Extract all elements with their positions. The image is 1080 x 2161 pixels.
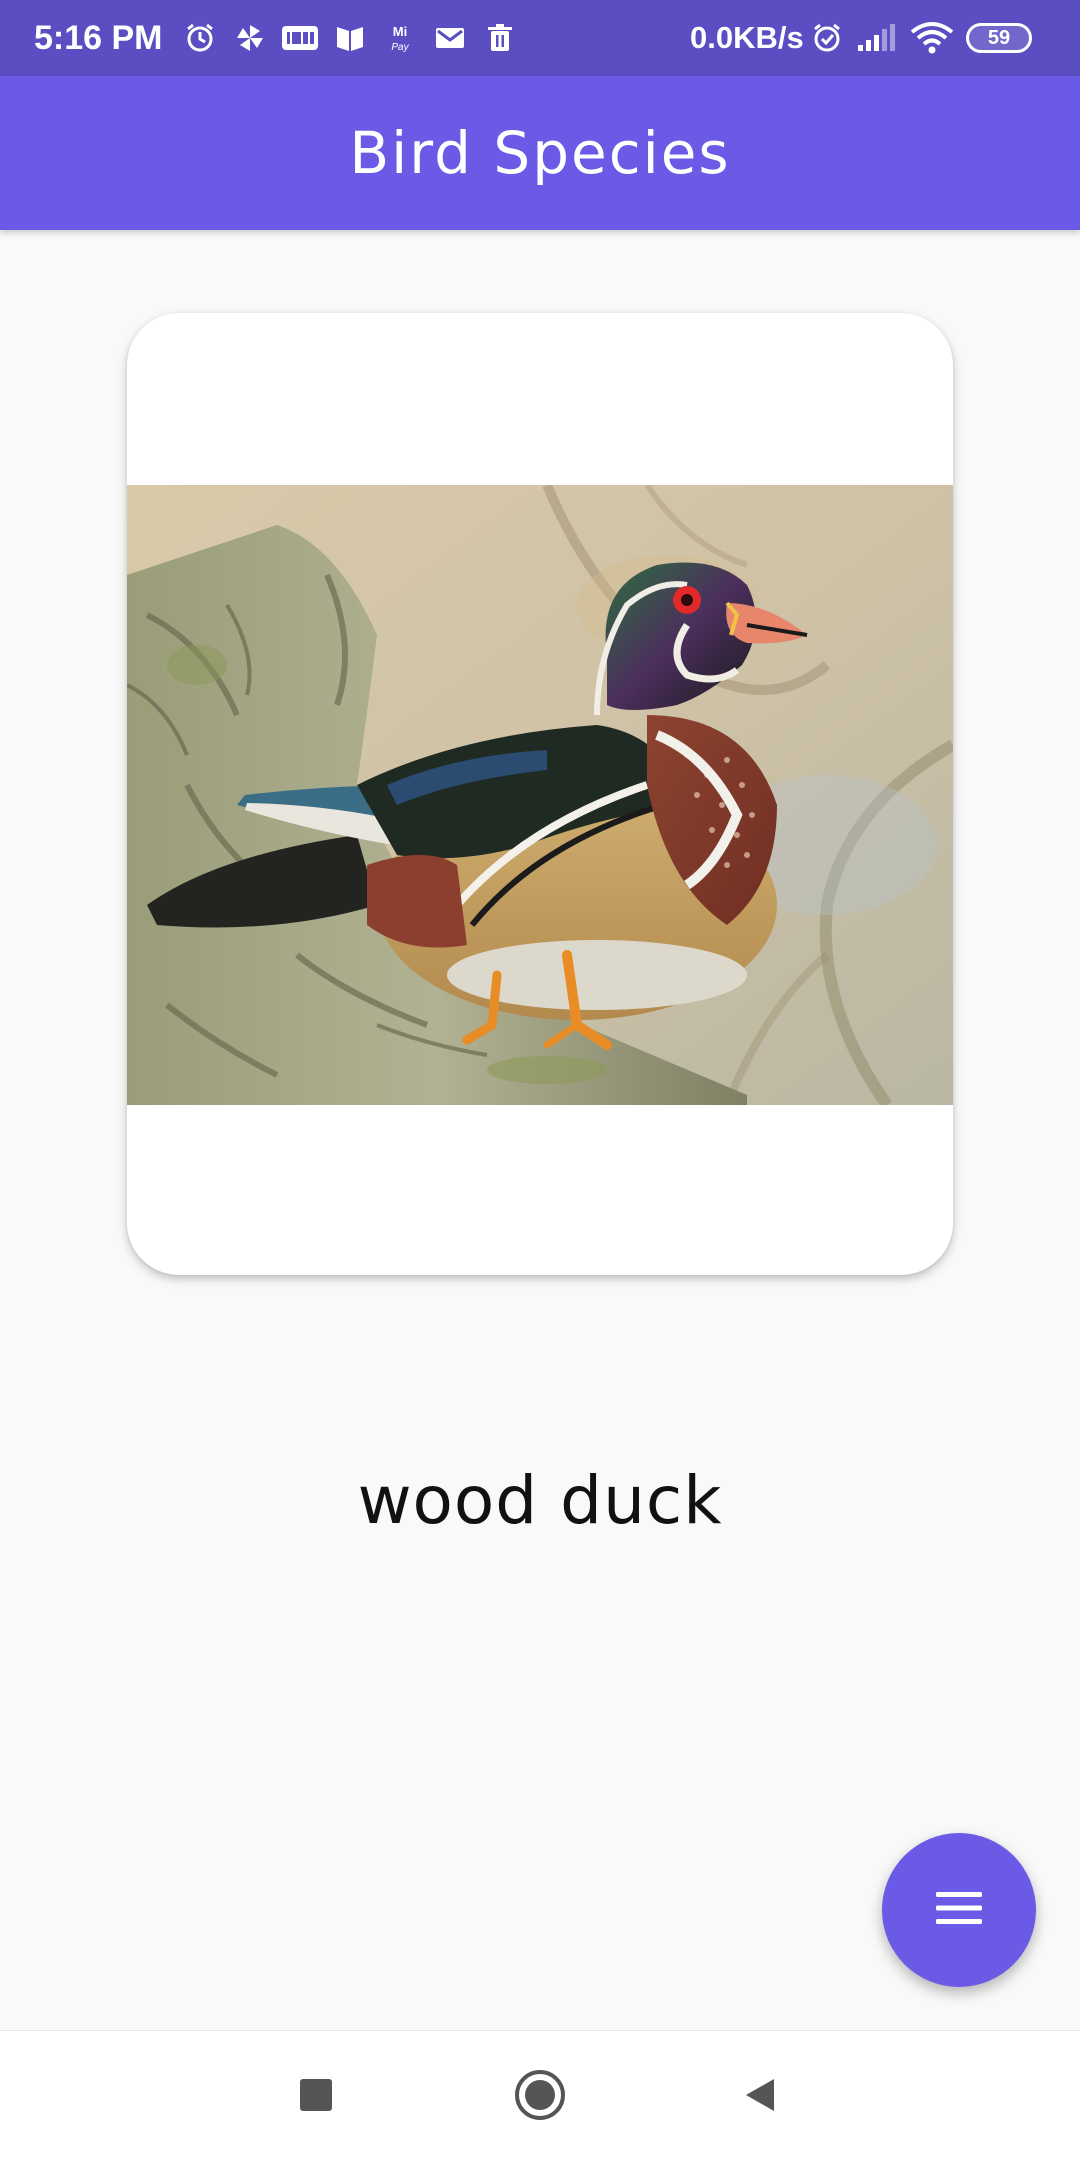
- alarm-icon: [810, 18, 844, 58]
- bird-photo: [127, 485, 953, 1105]
- mi-pay-icon: Mi Pay: [380, 18, 420, 58]
- status-bar: 5:16 PM Mi Pay 0.0KB/s 59: [0, 0, 1080, 76]
- alarm-icon: [180, 18, 220, 58]
- circle-icon: [513, 2068, 567, 2127]
- signal-icon: [856, 18, 898, 58]
- bird-card[interactable]: [127, 313, 953, 1275]
- menu-fab-button[interactable]: [882, 1833, 1036, 1987]
- notification-icons: Mi Pay: [180, 18, 530, 58]
- app-bar: Bird Species: [0, 76, 1080, 230]
- system-icons: 59: [810, 18, 1044, 58]
- navigation-bar: [0, 2030, 1080, 2161]
- svg-text:Mi: Mi: [393, 24, 407, 39]
- battery-level: 59: [966, 23, 1032, 53]
- trash-icon: [480, 18, 520, 58]
- recents-button[interactable]: [286, 2067, 346, 2127]
- square-icon: [298, 2077, 334, 2118]
- svg-text:Pay: Pay: [391, 42, 409, 53]
- wifi-icon: [910, 18, 954, 58]
- battery-icon: 59: [966, 18, 1032, 58]
- back-button[interactable]: [730, 2067, 790, 2127]
- status-time: 5:16 PM: [34, 19, 163, 57]
- home-button[interactable]: [510, 2067, 570, 2127]
- menu-icon: [934, 1888, 984, 1933]
- species-name: wood duck: [357, 1462, 723, 1539]
- pinwheel-icon: [230, 18, 270, 58]
- mail-icon: [430, 18, 470, 58]
- back-triangle-icon: [740, 2075, 780, 2120]
- network-speed: 0.0KB/s: [690, 20, 804, 55]
- page-title: Bird Species: [349, 119, 731, 187]
- book-icon: [330, 18, 370, 58]
- imdb-icon: [280, 18, 320, 58]
